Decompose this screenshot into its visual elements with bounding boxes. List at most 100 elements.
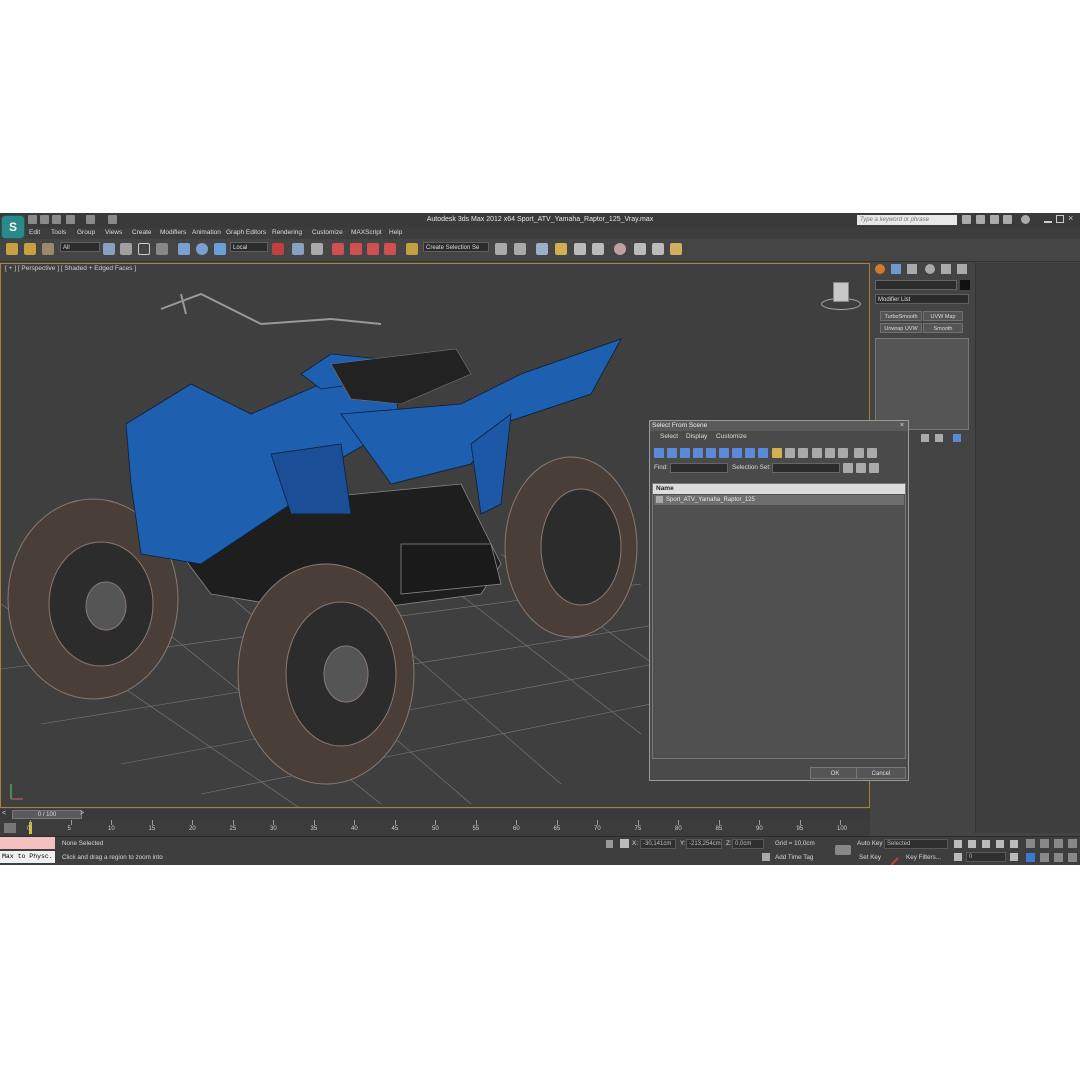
key-filters-button[interactable]: Key Filters... (906, 854, 941, 861)
undo-icon[interactable] (66, 215, 75, 224)
modifier-stack-list[interactable] (875, 338, 969, 430)
time-configuration-icon[interactable] (1010, 853, 1018, 861)
play-icon[interactable] (982, 840, 990, 848)
keyboard-shortcut-override-icon[interactable] (311, 243, 323, 255)
key-mode-toggle-icon[interactable] (954, 853, 962, 861)
modify-tab-icon[interactable] (891, 264, 901, 274)
motion-tab-icon[interactable] (925, 264, 935, 274)
set-key-button[interactable]: Set Key (859, 854, 881, 861)
edit-selection-set-icon[interactable] (869, 463, 879, 473)
selection-filter-dropdown[interactable]: All (60, 242, 100, 252)
viewcube[interactable] (821, 282, 861, 312)
manage-layers-icon[interactable] (536, 243, 548, 255)
display-invert-icon[interactable] (798, 448, 808, 458)
cancel-button[interactable]: Cancel (856, 767, 906, 779)
lock-selection-icon[interactable] (606, 840, 613, 848)
display-none-icon[interactable] (785, 448, 795, 458)
material-editor-icon[interactable] (614, 243, 626, 255)
new-file-icon[interactable] (28, 215, 37, 224)
dialog-menu-customize[interactable]: Customize (716, 433, 747, 440)
communication-icon[interactable] (990, 215, 999, 224)
graphite-ribbon-icon[interactable] (555, 243, 567, 255)
menu-animation[interactable]: Animation (192, 229, 221, 236)
y-coord-field[interactable]: -213,254cm (686, 839, 722, 849)
selection-set-dropdown[interactable] (772, 463, 840, 473)
unlink-selection-icon[interactable] (24, 243, 36, 255)
schematic-view-icon[interactable] (592, 243, 604, 255)
project-folder-icon[interactable] (108, 215, 117, 224)
time-slider-prev-icon[interactable]: < (2, 810, 6, 817)
menu-create[interactable]: Create (132, 229, 152, 236)
zoom-region-icon[interactable] (1026, 853, 1035, 862)
display-cameras-icon[interactable] (693, 448, 703, 458)
snaps-toggle-icon[interactable] (332, 243, 344, 255)
display-groups-icon[interactable] (732, 448, 742, 458)
zoom-all-icon[interactable] (1040, 839, 1049, 848)
turbosmooth-button[interactable]: TurboSmooth (880, 311, 922, 321)
select-object-icon[interactable] (103, 243, 115, 255)
current-frame-field[interactable]: 0 (966, 852, 1006, 862)
angle-snap-icon[interactable] (350, 243, 362, 255)
uvw-map-button[interactable]: UVW Map (923, 311, 963, 321)
display-helpers-icon[interactable] (706, 448, 716, 458)
display-shapes-icon[interactable] (667, 448, 677, 458)
smooth-button[interactable]: Smooth (923, 323, 963, 333)
spinner-snap-icon[interactable] (384, 243, 396, 255)
menu-views[interactable]: Views (105, 229, 122, 236)
edit-named-selection-icon[interactable] (406, 243, 418, 255)
select-and-scale-icon[interactable] (214, 243, 226, 255)
track-bar[interactable]: 0 5 10 15 20 25 30 35 40 45 50 55 60 65 70 75 80 85 90 95 10… (0, 820, 870, 836)
menu-rendering[interactable]: Rendering (272, 229, 302, 236)
select-none-icon[interactable] (825, 448, 835, 458)
curve-editor-icon[interactable] (574, 243, 586, 255)
filter-icon[interactable] (854, 448, 864, 458)
application-button[interactable]: S (1, 215, 25, 239)
named-selection-set-dropdown[interactable]: Create Selection Se (423, 242, 489, 252)
favorites-star-icon[interactable] (1003, 215, 1012, 224)
previous-frame-icon[interactable] (968, 840, 976, 848)
dialog-menu-select[interactable]: Select (660, 433, 678, 440)
orbit-icon[interactable] (1054, 853, 1063, 862)
time-slider-next-icon[interactable]: > (80, 810, 84, 817)
minimize-icon[interactable] (1044, 215, 1052, 223)
set-key-icon[interactable] (835, 845, 851, 855)
maxscript-listener[interactable]: Max to Physc. (0, 851, 55, 863)
remove-selection-set-icon[interactable] (856, 463, 866, 473)
hierarchy-tab-icon[interactable] (907, 264, 917, 274)
display-all-icon[interactable] (772, 448, 782, 458)
viewcube-box[interactable] (833, 282, 849, 302)
hierarchy-filter-icon[interactable] (867, 448, 877, 458)
add-time-tag[interactable]: Add Time Tag (775, 854, 813, 861)
select-by-name-icon[interactable] (120, 243, 132, 255)
name-column-header[interactable]: Name (653, 484, 905, 494)
menu-edit[interactable]: Edit (29, 229, 40, 236)
menu-graph-editors[interactable]: Graph Editors (226, 229, 266, 236)
redo-icon[interactable] (86, 215, 95, 224)
bind-to-space-warp-icon[interactable] (42, 243, 54, 255)
select-and-manipulate-icon[interactable] (292, 243, 304, 255)
window-crossing-icon[interactable] (156, 243, 168, 255)
go-to-start-icon[interactable] (954, 840, 962, 848)
select-and-rotate-icon[interactable] (196, 243, 208, 255)
reference-coordinate-dropdown[interactable]: Local (230, 242, 268, 252)
ok-button[interactable]: OK (810, 767, 860, 779)
render-production-icon[interactable] (670, 243, 682, 255)
search-input[interactable]: Type a keyword or phrase (857, 215, 957, 225)
save-file-icon[interactable] (52, 215, 61, 224)
pan-view-icon[interactable] (1040, 853, 1049, 862)
select-all-icon[interactable] (812, 448, 822, 458)
key-mode-dropdown[interactable]: Selected (884, 839, 948, 849)
z-coord-field[interactable]: 0,0cm (732, 839, 764, 849)
display-bones-icon[interactable] (758, 448, 768, 458)
menu-modifiers[interactable]: Modifiers (160, 229, 186, 236)
pin-stack-icon[interactable] (921, 434, 929, 442)
find-input[interactable] (670, 463, 728, 473)
menu-group[interactable]: Group (77, 229, 95, 236)
x-coord-field[interactable]: -30,141cm (640, 839, 676, 849)
help-icon[interactable] (1021, 215, 1030, 224)
zoom-extents-all-icon[interactable] (1068, 839, 1077, 848)
menu-help[interactable]: Help (389, 229, 402, 236)
select-and-move-icon[interactable] (178, 243, 190, 255)
maximize-viewport-icon[interactable] (1068, 853, 1077, 862)
zoom-extents-icon[interactable] (1054, 839, 1063, 848)
